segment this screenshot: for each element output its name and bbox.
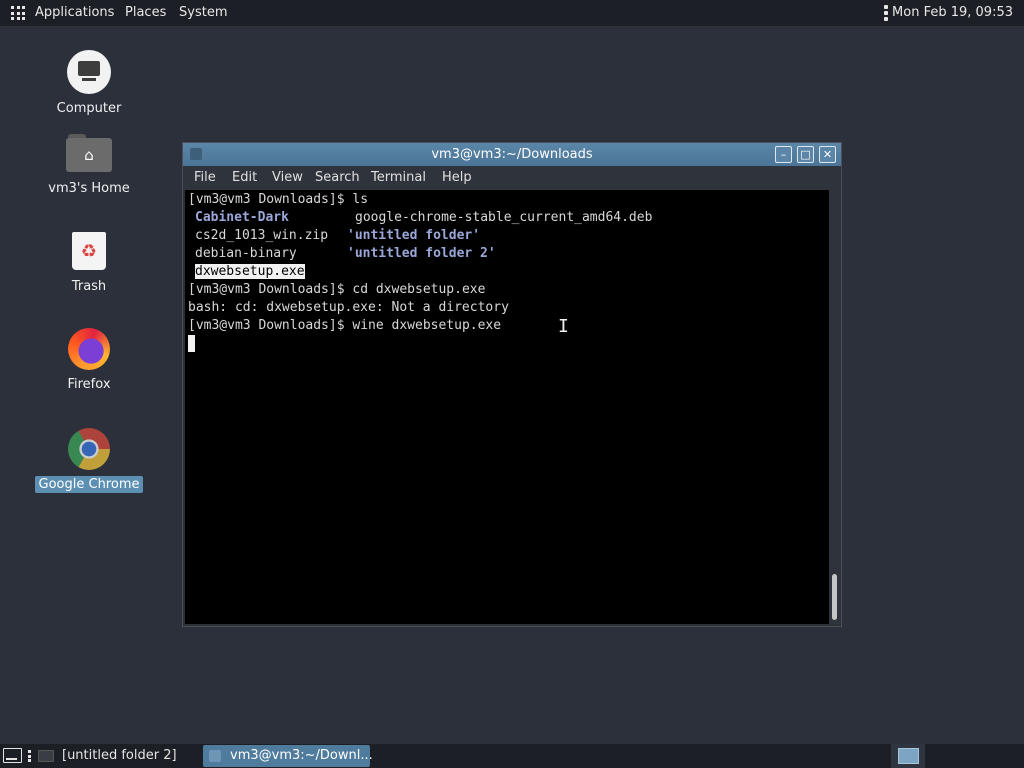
- desktop-icon-computer[interactable]: Computer: [30, 50, 148, 117]
- desktop-icon-chrome[interactable]: Google Chrome: [30, 428, 148, 493]
- workspace-switcher[interactable]: [891, 744, 925, 768]
- menu-help[interactable]: Help: [442, 166, 472, 190]
- prompt: [vm3@vm3 Downloads]$: [188, 318, 353, 333]
- prompt: [vm3@vm3 Downloads]$: [188, 282, 353, 297]
- command: wine dxwebsetup.exe: [352, 318, 502, 333]
- applications-grid-icon[interactable]: [11, 6, 25, 20]
- top-panel: Applications Places System Mon Feb 19, 0…: [0, 0, 1024, 26]
- ls-entry: google-chrome-stable_current_amd64.deb: [355, 210, 653, 225]
- menu-search[interactable]: Search: [315, 166, 360, 190]
- ls-entry-highlighted: dxwebsetup.exe: [195, 264, 305, 279]
- menu-view[interactable]: View: [272, 166, 303, 190]
- menu-terminal[interactable]: Terminal: [371, 166, 426, 190]
- desktop-icon-label: vm3's Home: [48, 181, 130, 196]
- desktop-icon-home[interactable]: ⌂ vm3's Home: [30, 132, 148, 197]
- ibeam-cursor-icon: I: [558, 316, 569, 337]
- folder-window-icon: [38, 750, 54, 762]
- maximize-button[interactable]: □: [797, 146, 814, 163]
- menu-file[interactable]: File: [194, 166, 216, 190]
- desktop-icon-label: Computer: [56, 101, 122, 116]
- home-folder-icon: ⌂: [66, 134, 112, 174]
- terminal-line: [vm3@vm3 Downloads]$ wine dxwebsetup.exe: [188, 317, 501, 335]
- firefox-icon: [68, 328, 110, 370]
- ls-entry: debian-binary: [195, 246, 297, 261]
- ls-entry: cs2d_1013_win.zip: [195, 228, 329, 243]
- trash-icon: ♻: [70, 230, 108, 272]
- minimize-button[interactable]: –: [775, 146, 792, 163]
- taskbar-item-untitled-folder[interactable]: [untitled folder 2]: [36, 745, 196, 767]
- terminal-menubar: File Edit View Search Terminal Help: [183, 166, 841, 190]
- clock[interactable]: Mon Feb 19, 09:53: [892, 0, 1013, 26]
- workspace-1[interactable]: [898, 748, 919, 764]
- window-title: vm3@vm3:~/Downloads: [431, 147, 593, 162]
- scrollbar[interactable]: [829, 190, 841, 624]
- computer-icon: [67, 50, 111, 94]
- show-desktop-icon[interactable]: [3, 748, 22, 763]
- scrollbar-thumb[interactable]: [832, 574, 837, 620]
- panel-grip-icon[interactable]: [28, 750, 31, 762]
- ls-entry: Cabinet-Dark: [195, 210, 289, 225]
- taskbar-item-terminal[interactable]: vm3@vm3:~/Downl...: [203, 745, 373, 767]
- ls-entry: 'untitled folder': [347, 228, 481, 243]
- command: cd dxwebsetup.exe: [352, 282, 486, 297]
- desktop-icon-label: Google Chrome: [34, 476, 144, 493]
- taskbar-item-label: [untitled folder 2]: [62, 748, 177, 763]
- text-cursor: [188, 335, 195, 352]
- system-menu[interactable]: System: [179, 0, 227, 26]
- ls-entry: 'untitled folder 2': [347, 246, 496, 261]
- terminal-window-icon: [209, 750, 221, 762]
- places-menu[interactable]: Places: [125, 0, 166, 26]
- desktop-icon-firefox[interactable]: Firefox: [30, 328, 148, 393]
- menu-edit[interactable]: Edit: [232, 166, 257, 190]
- terminal-line: [vm3@vm3 Downloads]$ cd dxwebsetup.exe: [188, 281, 485, 299]
- close-button[interactable]: ✕: [819, 146, 836, 163]
- kebab-menu-icon[interactable]: [884, 5, 888, 21]
- prompt: [vm3@vm3 Downloads]$: [188, 192, 353, 207]
- terminal-titlebar[interactable]: vm3@vm3:~/Downloads – □ ✕: [183, 143, 841, 166]
- desktop-icon-label: Firefox: [67, 377, 111, 392]
- desktop-icon-label: Trash: [71, 279, 107, 294]
- desktop-icon-trash[interactable]: ♻ Trash: [30, 228, 148, 295]
- terminal-window: vm3@vm3:~/Downloads – □ ✕ File Edit View…: [182, 142, 842, 627]
- command: ls: [352, 192, 369, 207]
- terminal-line: [vm3@vm3 Downloads]$ ls: [188, 191, 368, 209]
- chrome-icon: [68, 428, 110, 470]
- error-line: bash: cd: dxwebsetup.exe: Not a director…: [188, 300, 509, 315]
- terminal-output[interactable]: [vm3@vm3 Downloads]$ ls Cabinet-Dark goo…: [185, 190, 829, 624]
- applications-menu[interactable]: Applications: [35, 0, 114, 26]
- taskbar-item-label: vm3@vm3:~/Downl...: [230, 748, 373, 763]
- bottom-panel: [untitled folder 2] vm3@vm3:~/Downl...: [0, 744, 1024, 768]
